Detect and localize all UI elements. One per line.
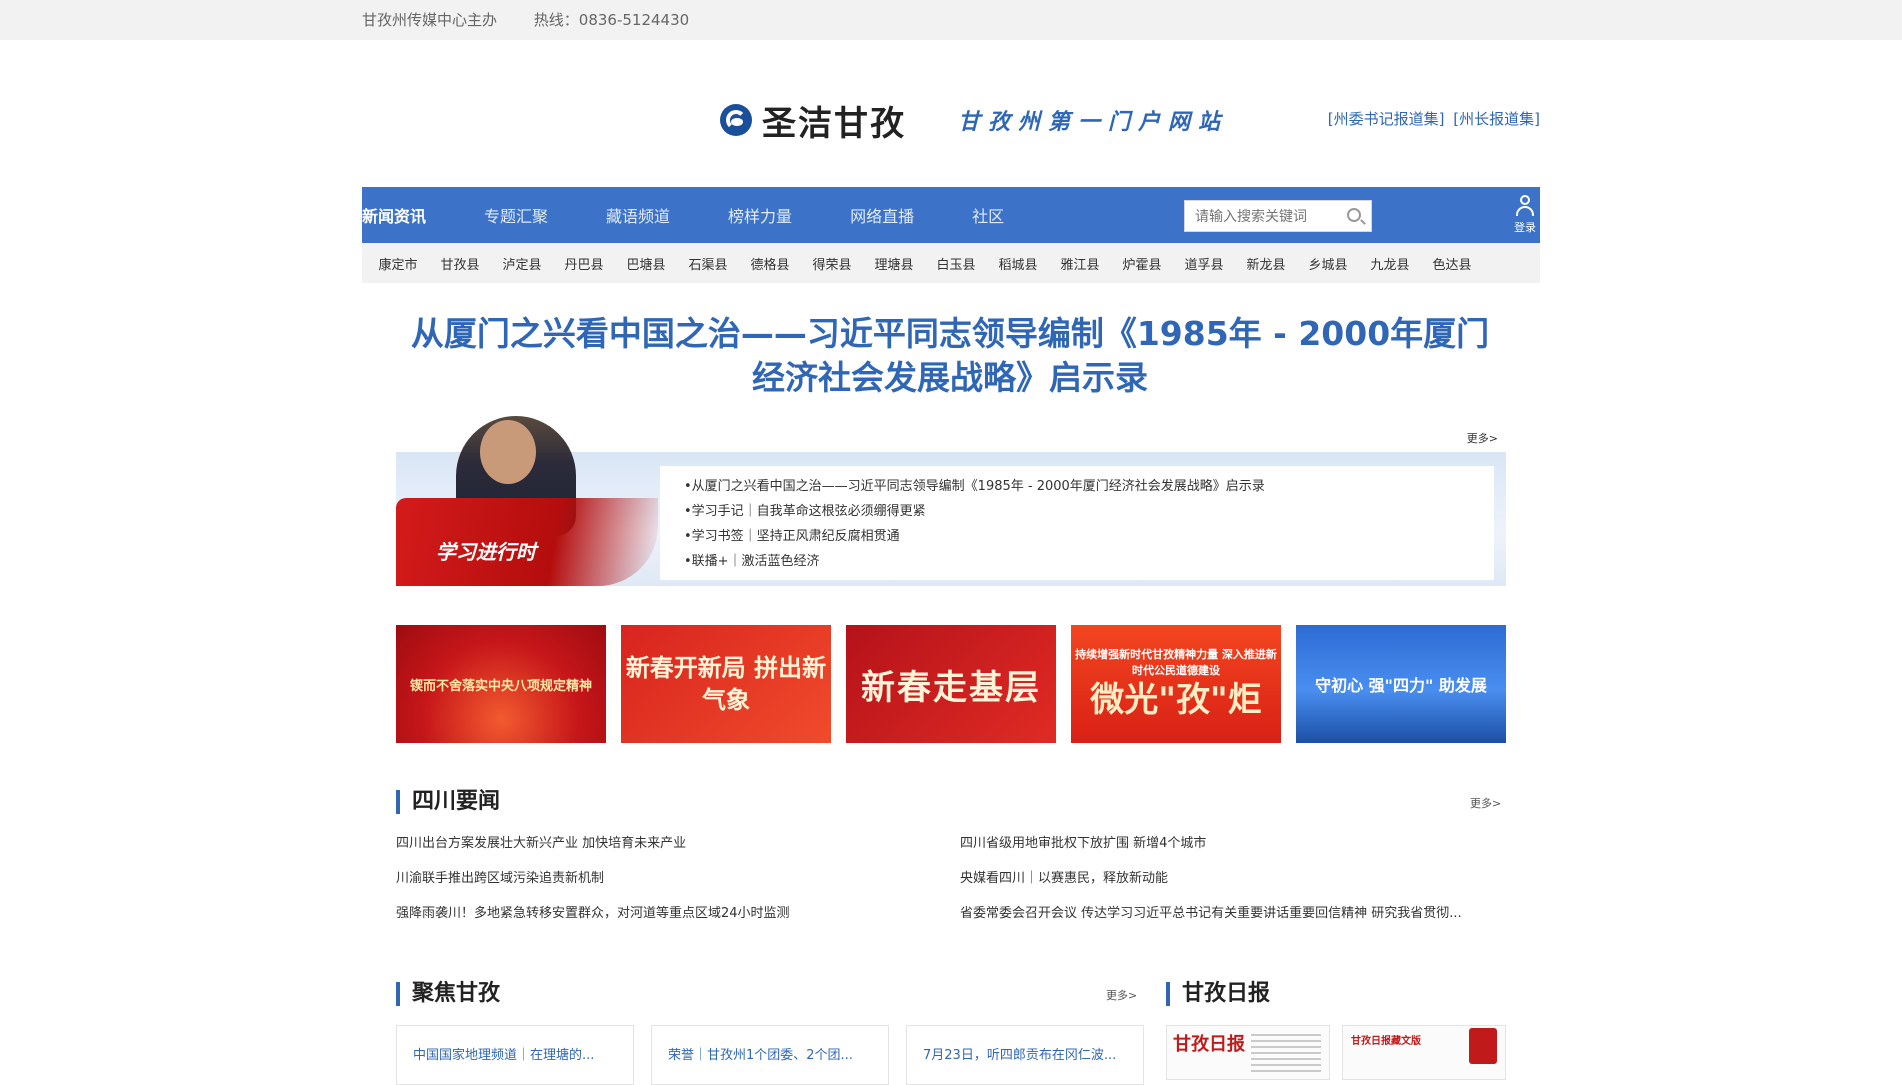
sichuan-news-right: 四川省级用地审批权下放扩围 新增4个城市 央媒看四川｜以赛惠民，释放新动能 省委… [960,826,1500,931]
study-list: •从厦门之兴看中国之治——习近平同志领导编制《1985年 - 2000年厦门经济… [660,466,1494,580]
banner-four-powers[interactable]: 守初心 强"四力" 助发展 [1296,625,1506,743]
study-panel: 学习进行时 更多> •从厦门之兴看中国之治——习近平同志领导编制《1985年 -… [396,412,1506,588]
banner-text: 锲而不舍落实中央八项规定精神 [409,678,592,694]
logo-icon [720,104,752,136]
county-link[interactable]: 九龙县 [1364,254,1416,273]
nav-community[interactable]: 社区 [972,203,1004,227]
sichuan-news-title: 四川要闻 [396,790,500,814]
study-item[interactable]: •学习手记｜自我革命这根弦必须绷得更紧 [684,499,1494,524]
banner-text: 新春开新局 拼出新气象 [625,654,827,714]
news-item[interactable]: 省委常委会召开会议 传达学习习近平总书记有关重要讲话重要回信精神 研究我省贯彻.… [960,896,1500,931]
news-item[interactable]: 央媒看四川｜以赛惠民，释放新动能 [960,861,1500,896]
study-more-link[interactable]: 更多> [1467,430,1498,446]
study-item[interactable]: •联播+｜激活蓝色经济 [684,549,1494,574]
county-link[interactable]: 乡城县 [1302,254,1354,273]
banner-new-spring[interactable]: 新春开新局 拼出新气象 [621,625,831,743]
study-item[interactable]: •学习书签｜坚持正风肃纪反腐相贯通 [684,524,1494,549]
county-link[interactable]: 得荣县 [806,254,858,273]
newspaper-emblem-icon [1469,1028,1497,1064]
county-link[interactable]: 雅江县 [1054,254,1106,273]
county-link[interactable]: 泸定县 [496,254,548,273]
main-nav: 新闻资讯 专题汇聚 藏语频道 榜样力量 网络直播 社区 登录 [362,187,1540,243]
newspaper-thumbnail[interactable]: 甘孜日报 [1166,1025,1330,1080]
news-item[interactable]: 川渝联手推出跨区域污染追责新机制 [396,861,936,896]
login-label: 登录 [1514,221,1536,234]
site-logo[interactable]: 圣洁甘孜 甘孜州第一门户网站 [720,98,1229,144]
newspaper-thumbnail[interactable]: 甘孜日报藏文版 [1342,1025,1506,1080]
sichuan-news-left: 四川出台方案发展壮大新兴产业 加快培育未来产业 川渝联手推出跨区域污染追责新机制… [396,826,936,931]
headline-link[interactable]: 从厦门之兴看中国之治——习近平同志领导编制《1985年 - 2000年厦门经济社… [400,312,1500,400]
nav-live[interactable]: 网络直播 [850,203,914,227]
hotline-text: 热线：0836-5124430 [533,11,690,29]
county-link[interactable]: 稻城县 [992,254,1044,273]
county-link[interactable]: 色达县 [1426,254,1478,273]
search-icon[interactable] [1347,208,1361,222]
focus-card[interactable]: 中国国家地理频道｜在理塘的... [396,1025,634,1085]
study-badge-image[interactable]: 学习进行时 [396,412,658,588]
news-item[interactable]: 四川出台方案发展壮大新兴产业 加快培育未来产业 [396,826,936,861]
topic-banners: 锲而不舍落实中央八项规定精神 新春开新局 拼出新气象 新春走基层 持续增强新时代… [396,625,1506,743]
report-links: [州委书记报道集] [州长报道集] [1324,108,1540,129]
nav-news[interactable]: 新闻资讯 [362,203,426,227]
nav-tibetan[interactable]: 藏语频道 [606,203,670,227]
county-link[interactable]: 德格县 [744,254,796,273]
banner-subtext: 持续增强新时代甘孜精神力量 深入推进新时代公民道德建设 [1075,648,1277,677]
nav-role-models[interactable]: 榜样力量 [728,203,792,227]
banner-grassroots[interactable]: 新春走基层 [846,625,1056,743]
secretary-report-link[interactable]: [州委书记报道集] [1328,110,1445,128]
user-icon [1515,195,1535,217]
county-link[interactable]: 道孚县 [1178,254,1230,273]
county-link[interactable]: 理塘县 [868,254,920,273]
sponsor-text: 甘孜州传媒中心主办 [362,11,498,29]
banner-torch[interactable]: 持续增强新时代甘孜精神力量 深入推进新时代公民道德建设 微光"孜"炬 [1071,625,1281,743]
focus-card[interactable]: 7月23日，听四郎贡布在冈仁波... [906,1025,1144,1085]
logo-text: 圣洁甘孜 [762,103,906,144]
banner-text: 守初心 强"四力" 助发展 [1315,676,1487,695]
county-nav: 康定市 甘孜县 泸定县 丹巴县 巴塘县 石渠县 德格县 得荣县 理塘县 白玉县 … [362,243,1540,283]
banner-text: 新春走基层 [861,667,1041,708]
ganzi-daily-title: 甘孜日报 [1166,982,1270,1006]
county-link[interactable]: 白玉县 [930,254,982,273]
top-info-bar: 甘孜州传媒中心主办 热线：0836-5124430 [0,0,1902,40]
focus-ganzi-title: 聚焦甘孜 [396,982,500,1006]
governor-report-link[interactable]: [州长报道集] [1453,110,1540,128]
county-link[interactable]: 甘孜县 [434,254,486,273]
search-box [1184,200,1372,232]
portrait-face [480,420,536,484]
study-badge-label: 学习进行时 [436,540,536,564]
nav-topics[interactable]: 专题汇聚 [484,203,548,227]
county-link[interactable]: 炉霍县 [1116,254,1168,273]
news-item[interactable]: 四川省级用地审批权下放扩围 新增4个城市 [960,826,1500,861]
county-link[interactable]: 巴塘县 [620,254,672,273]
study-item[interactable]: •从厦门之兴看中国之治——习近平同志领导编制《1985年 - 2000年厦门经济… [684,474,1494,499]
focus-more-link[interactable]: 更多> [1106,987,1137,1003]
banner-eight-rules[interactable]: 锲而不舍落实中央八项规定精神 [396,625,606,743]
login-button[interactable]: 登录 [1510,195,1540,235]
county-link[interactable]: 石渠县 [682,254,734,273]
county-link[interactable]: 康定市 [372,254,424,273]
focus-card[interactable]: 荣誉｜甘孜州1个团委、2个团... [651,1025,889,1085]
search-input[interactable] [1185,201,1345,231]
county-link[interactable]: 新龙县 [1240,254,1292,273]
newspaper-text-lines [1251,1034,1321,1074]
news-item[interactable]: 强降雨袭川！多地紧急转移安置群众，对河道等重点区域24小时监测 [396,896,936,931]
site-slogan: 甘孜州第一门户网站 [958,109,1229,135]
county-link[interactable]: 丹巴县 [558,254,610,273]
banner-text: 微光"孜"炬 [1090,680,1262,720]
sichuan-more-link[interactable]: 更多> [1470,795,1501,811]
